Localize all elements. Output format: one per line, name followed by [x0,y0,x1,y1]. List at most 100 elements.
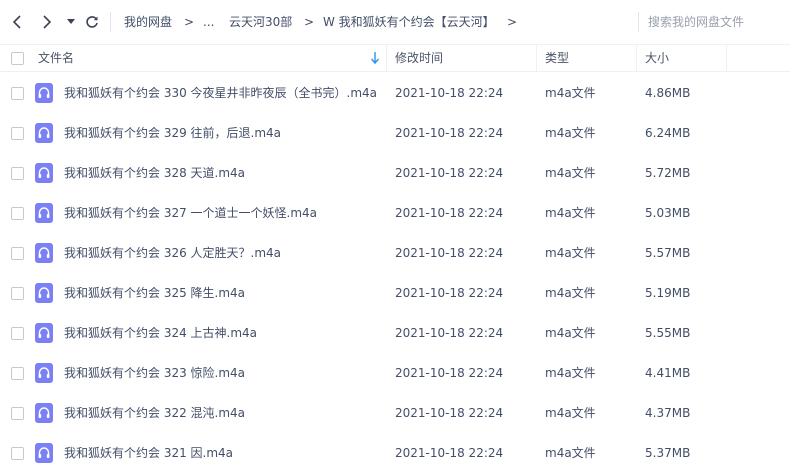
audio-file-icon [35,443,53,463]
file-size: 5.55MB [645,326,691,340]
audio-file-icon [35,363,53,383]
sort-arrow-down-icon[interactable] [370,51,380,65]
file-size: 5.72MB [645,166,691,180]
row-checkbox[interactable] [11,247,24,260]
column-divider [386,45,387,71]
forward-button[interactable] [36,12,56,32]
file-row[interactable]: 我和狐妖有个约会 323 惊险.m4a 2021-10-18 22:24 m4a… [0,353,790,393]
column-header-name[interactable]: 文件名 [38,45,74,71]
file-type: m4a文件 [545,366,596,380]
file-row[interactable]: 我和狐妖有个约会 328 天道.m4a 2021-10-18 22:24 m4a… [0,153,790,193]
row-checkbox[interactable] [11,127,24,140]
chevron-right-icon [43,15,52,29]
row-checkbox[interactable] [11,287,24,300]
file-size: 5.37MB [645,446,691,460]
select-all-checkbox[interactable] [11,52,24,65]
row-checkbox[interactable] [11,327,24,340]
column-divider [636,45,637,71]
file-modified-time: 2021-10-18 22:24 [395,126,504,140]
file-modified-time: 2021-10-18 22:24 [395,406,504,420]
file-modified-time: 2021-10-18 22:24 [395,166,504,180]
file-type: m4a文件 [545,126,596,140]
row-checkbox[interactable] [11,207,24,220]
refresh-button[interactable] [82,12,102,32]
column-divider [726,45,727,71]
search-input[interactable] [648,12,784,32]
row-checkbox[interactable] [11,167,24,180]
chevron-left-icon [12,15,21,29]
file-name[interactable]: 我和狐妖有个约会 321 因.m4a [64,445,233,461]
row-checkbox[interactable] [11,87,24,100]
nav-divider [110,12,111,32]
file-name[interactable]: 我和狐妖有个约会 329 往前，后退.m4a [64,125,281,141]
file-size: 4.41MB [645,366,691,380]
breadcrumb-my-drive[interactable]: 我的网盘 [124,14,172,30]
file-row[interactable]: 我和狐妖有个约会 330 今夜星井非昨夜辰（全书完）.m4a 2021-10-1… [0,73,790,113]
column-header-size[interactable]: 大小 [645,45,669,71]
file-type: m4a文件 [545,86,596,100]
history-dropdown-button[interactable] [63,12,79,32]
file-list-header: 文件名 修改时间 类型 大小 [0,44,790,72]
breadcrumb-separator: > [184,15,195,29]
audio-file-icon [35,123,53,143]
file-row[interactable]: 我和狐妖有个约会 327 一个道士一个妖怪.m4a 2021-10-18 22:… [0,193,790,233]
search-divider [638,12,639,32]
file-name[interactable]: 我和狐妖有个约会 326 人定胜天？.m4a [64,245,281,261]
file-row[interactable]: 我和狐妖有个约会 321 因.m4a 2021-10-18 22:24 m4a文… [0,433,790,473]
file-row[interactable]: 我和狐妖有个约会 326 人定胜天？.m4a 2021-10-18 22:24 … [0,233,790,273]
file-name[interactable]: 我和狐妖有个约会 325 降生.m4a [64,285,245,301]
row-checkbox[interactable] [11,407,24,420]
breadcrumb-ellipsis[interactable]: ... [203,14,214,30]
file-type: m4a文件 [545,206,596,220]
column-header-modified[interactable]: 修改时间 [395,45,443,71]
row-checkbox[interactable] [11,447,24,460]
file-type: m4a文件 [545,286,596,300]
file-name[interactable]: 我和狐妖有个约会 330 今夜星井非昨夜辰（全书完）.m4a [64,85,377,101]
file-size: 5.03MB [645,206,691,220]
file-type: m4a文件 [545,446,596,460]
navigation-bar: 我的网盘 > ... 云天河30部 > W 我和狐妖有个约会【云天河】 > [0,0,790,44]
audio-file-icon [35,203,53,223]
file-modified-time: 2021-10-18 22:24 [395,446,504,460]
file-type: m4a文件 [545,166,596,180]
breadcrumb-current-folder: W 我和狐妖有个约会【云天河】 [323,15,495,29]
refresh-icon [86,16,98,28]
file-size: 5.57MB [645,246,691,260]
file-modified-time: 2021-10-18 22:24 [395,246,504,260]
audio-file-icon [35,163,53,183]
breadcrumb-separator: > [304,15,315,29]
file-name[interactable]: 我和狐妖有个约会 327 一个道士一个妖怪.m4a [64,205,317,221]
file-type: m4a文件 [545,326,596,340]
file-size: 6.24MB [645,126,691,140]
file-modified-time: 2021-10-18 22:24 [395,326,504,340]
caret-down-icon [67,19,75,24]
file-type: m4a文件 [545,246,596,260]
file-type: m4a文件 [545,406,596,420]
column-divider [536,45,537,71]
file-row[interactable]: 我和狐妖有个约会 322 混沌.m4a 2021-10-18 22:24 m4a… [0,393,790,433]
file-name[interactable]: 我和狐妖有个约会 322 混沌.m4a [64,405,245,421]
file-name[interactable]: 我和狐妖有个约会 328 天道.m4a [64,165,245,181]
file-name[interactable]: 我和狐妖有个约会 323 惊险.m4a [64,365,245,381]
audio-file-icon [35,283,53,303]
column-header-type[interactable]: 类型 [545,45,569,71]
file-name[interactable]: 我和狐妖有个约会 324 上古神.m4a [64,325,257,341]
file-row[interactable]: 我和狐妖有个约会 329 往前，后退.m4a 2021-10-18 22:24 … [0,113,790,153]
file-row[interactable]: 我和狐妖有个约会 324 上古神.m4a 2021-10-18 22:24 m4… [0,313,790,353]
row-checkbox[interactable] [11,367,24,380]
file-size: 4.37MB [645,406,691,420]
file-modified-time: 2021-10-18 22:24 [395,86,504,100]
back-button[interactable] [8,12,28,32]
breadcrumb-separator: > [507,15,518,29]
breadcrumb-folder-yuntianhe[interactable]: 云天河30部 [229,14,292,30]
audio-file-icon [35,243,53,263]
file-modified-time: 2021-10-18 22:24 [395,206,504,220]
audio-file-icon [35,83,53,103]
file-row[interactable]: 我和狐妖有个约会 325 降生.m4a 2021-10-18 22:24 m4a… [0,273,790,313]
file-modified-time: 2021-10-18 22:24 [395,286,504,300]
file-size: 4.86MB [645,86,691,100]
file-size: 5.19MB [645,286,691,300]
file-modified-time: 2021-10-18 22:24 [395,366,504,380]
audio-file-icon [35,323,53,343]
audio-file-icon [35,403,53,423]
